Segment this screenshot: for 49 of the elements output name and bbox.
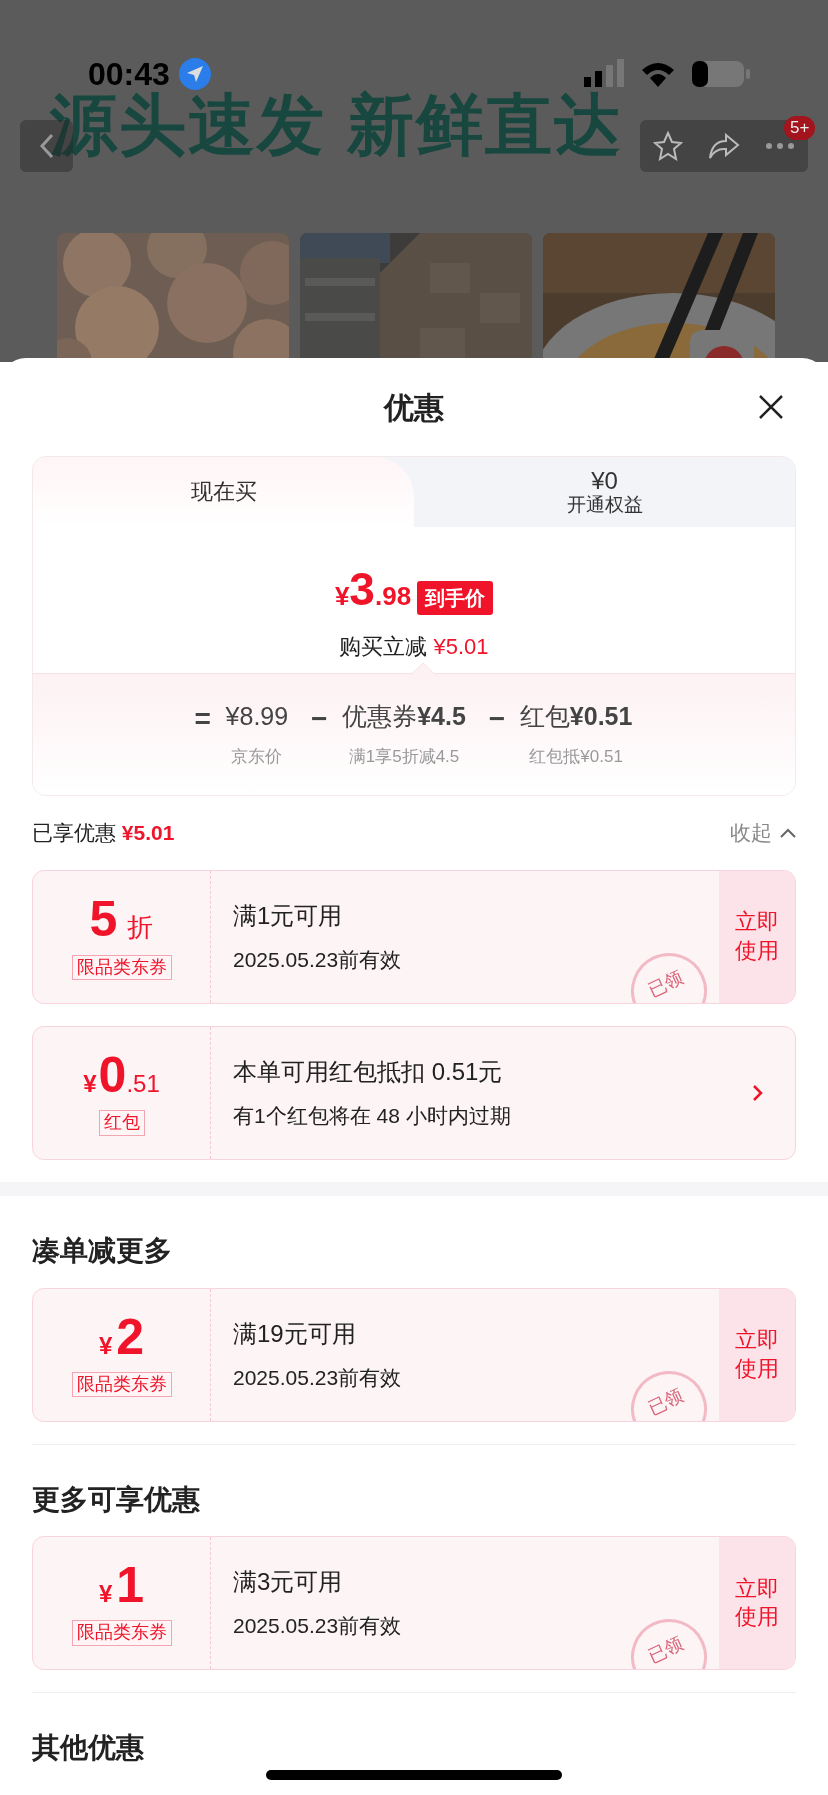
breakdown-value: ¥8.99 xyxy=(225,701,289,732)
notification-badge: 5+ xyxy=(784,116,816,140)
price-tab[interactable]: 现在买 xyxy=(33,457,414,527)
operator-sign: = xyxy=(193,702,212,736)
more-icon[interactable] xyxy=(765,142,796,150)
coupon-value: 5 折 xyxy=(89,893,154,947)
caret-icon xyxy=(780,828,796,838)
coupon-validity: 2025.05.23前有效 xyxy=(233,1613,403,1640)
price-badge: 到手价 xyxy=(417,581,494,615)
collapse-toggle[interactable]: 收起 xyxy=(730,817,796,849)
coupon-tag: 限品类东券 xyxy=(71,1371,172,1398)
coupon-validity: 2025.05.23前有效 xyxy=(233,947,403,974)
coupon-tag: 限品类东券 xyxy=(71,954,172,981)
sheet-title: 优惠 xyxy=(384,389,444,426)
use-button[interactable]: 立即使用 xyxy=(719,1537,795,1670)
breakdown-note: 京东价 xyxy=(231,745,283,768)
price-value: ¥3.98 xyxy=(334,562,412,617)
close-icon[interactable] xyxy=(758,394,784,420)
operator-sign: − xyxy=(309,702,329,736)
coupon-title: 本单可用红包抵扣 0.51元 xyxy=(233,1057,504,1088)
coupon-validity: 2025.05.23前有效 xyxy=(233,1364,403,1391)
breakdown-value: 优惠券¥4.5 xyxy=(342,701,466,732)
coupon-tag: 红包 xyxy=(98,1110,145,1136)
coupon-value: ¥1 xyxy=(98,1560,145,1613)
coupon-value: ¥0.51 xyxy=(83,1050,160,1103)
wifi-icon xyxy=(640,60,676,88)
coupon-title: 满3元可用 xyxy=(233,1567,344,1598)
saving-text: 购买立减 ¥5.01 xyxy=(338,633,490,661)
coupon-validity: 有1个红包将在 48 小时内过期 xyxy=(233,1103,512,1130)
section-heading: 更多可享优惠 xyxy=(32,1482,200,1517)
section-heading: 凑单减更多 xyxy=(32,1234,172,1268)
location-icon xyxy=(177,57,212,91)
coupon-title: 满19元可用 xyxy=(233,1318,357,1349)
coupon-value: ¥2 xyxy=(98,1311,145,1364)
operator-sign: − xyxy=(487,702,506,736)
breakdown-value: 红包¥0.51 xyxy=(519,701,633,732)
chevron-icon[interactable] xyxy=(751,1084,763,1102)
coupon-tag: 限品类东券 xyxy=(71,1620,172,1646)
coupon-title: 满1元可用 xyxy=(233,901,344,932)
use-button[interactable]: 立即使用 xyxy=(719,871,795,1003)
star-icon[interactable] xyxy=(652,131,683,161)
section-heading: 其他优惠 xyxy=(32,1731,144,1765)
applied-discount: 已享优惠 ¥5.01 xyxy=(32,820,175,847)
use-button[interactable]: 立即使用 xyxy=(719,1288,795,1421)
breakdown-note: 满1享5折减4.5 xyxy=(348,745,460,768)
signal-icon xyxy=(584,59,624,89)
battery-icon xyxy=(692,59,750,89)
share-icon[interactable] xyxy=(708,132,740,160)
breakdown-note: 红包抵¥0.51 xyxy=(529,745,623,768)
